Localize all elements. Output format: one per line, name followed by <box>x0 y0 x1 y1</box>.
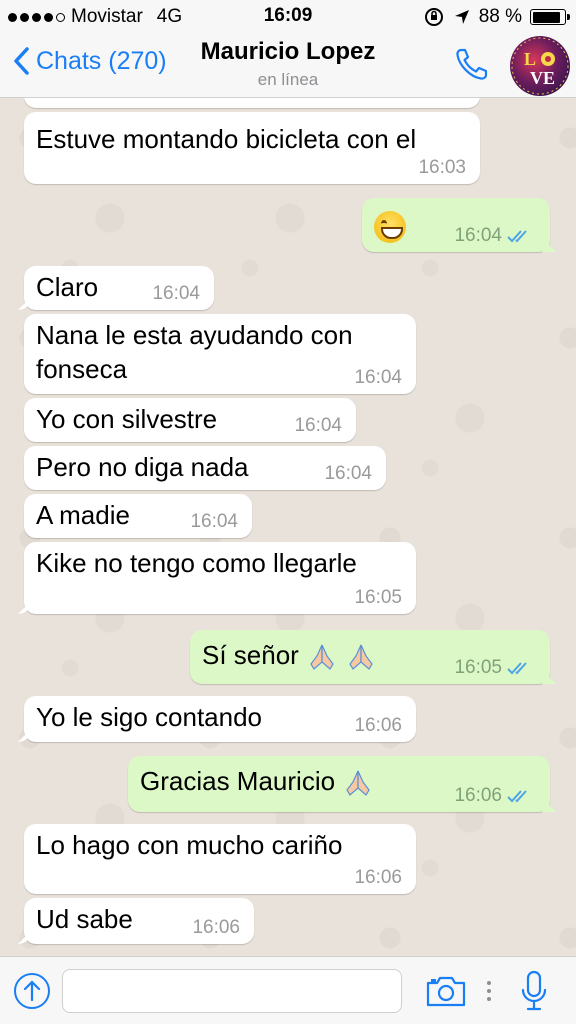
message-time: 16:04 <box>354 367 402 388</box>
contact-avatar[interactable]: L VE <box>510 36 570 96</box>
battery-percent: 88 % <box>478 6 522 27</box>
message-bubble-incoming[interactable]: Nana le esta ayudando con fonseca 16:04 <box>24 314 416 394</box>
love-logo-image: L VE <box>511 37 569 95</box>
message-text: Gracias Mauricio <box>140 766 336 796</box>
folded-hands-emoji-icon <box>310 644 334 671</box>
more-options-icon[interactable] <box>484 975 494 1007</box>
back-button[interactable]: Chats (270) <box>12 46 167 76</box>
status-right: 88 % <box>423 6 570 28</box>
message-text: Kike no tengo como llegarle <box>36 548 357 578</box>
folded-hands-emoji-icon <box>349 644 374 671</box>
message-time: 16:03 <box>418 157 466 178</box>
message-time: 16:06 <box>454 786 536 806</box>
message-bubble-incoming[interactable]: Lo hago con mucho cariño 16:06 <box>24 824 416 894</box>
message-time: 16:04 <box>294 415 342 436</box>
message-time: 16:05 <box>454 658 536 678</box>
status-bar: Movistar 4G 16:09 88 % <box>0 0 576 34</box>
message-text: Claro <box>36 272 99 302</box>
svg-text:VE: VE <box>530 68 555 88</box>
message-text: Pero no diga nada <box>36 452 249 482</box>
message-bubble-outgoing[interactable]: Sí señor 16:05 <box>190 630 550 684</box>
message-text: Sí señor <box>202 640 299 670</box>
battery-icon <box>530 9 570 25</box>
message-input-bar <box>0 956 576 1024</box>
grinning-face-emoji-icon <box>374 211 406 244</box>
message-bubble-incoming[interactable]: Claro 16:04 <box>24 266 214 310</box>
message-text: Ud sabe <box>36 904 133 934</box>
message-time: 16:04 <box>190 511 238 532</box>
folded-hands-emoji-icon <box>346 770 371 797</box>
rotation-lock-icon <box>424 8 443 26</box>
read-ticks-icon <box>507 230 527 243</box>
message-bubble-incoming[interactable]: Kike no tengo como llegarle 16:05 <box>24 542 416 614</box>
message-text: Nana le esta ayudando con <box>36 320 353 350</box>
message-time: 16:06 <box>192 917 240 938</box>
message-bubble-outgoing[interactable]: Gracias Mauricio 16:06 <box>128 756 550 812</box>
camera-icon[interactable] <box>424 971 468 1011</box>
message-bubble-incoming[interactable]: Estuve montando bicicleta con el 16:03 <box>24 112 480 184</box>
message-time: 16:04 <box>454 226 536 246</box>
microphone-icon[interactable] <box>518 969 550 1013</box>
chat-header: Chats (270) Mauricio Lopez en línea L VE <box>0 34 576 98</box>
message-time: 16:04 <box>152 283 200 304</box>
svg-text:L: L <box>524 49 536 69</box>
message-time: 16:04 <box>324 463 372 484</box>
contact-name: Mauricio Lopez <box>200 38 376 65</box>
chevron-left-icon <box>14 47 29 75</box>
message-text: A madie <box>36 500 130 530</box>
message-bubble-incoming[interactable]: Yo le sigo contando 16:06 <box>24 696 416 742</box>
contact-status: en línea <box>257 70 319 89</box>
message-text-line2: fonseca <box>36 354 128 384</box>
message-time: 16:06 <box>354 867 402 888</box>
message-bubble-partial <box>24 98 480 108</box>
location-icon <box>454 10 469 24</box>
message-text: Yo le sigo contando <box>36 702 263 732</box>
phone-icon[interactable] <box>452 44 492 84</box>
message-bubble-incoming[interactable]: A madie 16:04 <box>24 494 252 538</box>
chat-area[interactable]: Estuve montando bicicleta con el 16:03 1… <box>0 98 576 956</box>
message-bubble-incoming[interactable]: Pero no diga nada 16:04 <box>24 446 386 490</box>
upload-arrow-icon[interactable] <box>12 971 52 1011</box>
message-time: 16:05 <box>354 587 402 608</box>
contact-info[interactable]: Mauricio Lopez en línea <box>170 38 406 90</box>
message-bubble-incoming[interactable]: Ud sabe 16:06 <box>24 898 254 944</box>
message-text: Lo hago con mucho cariño <box>36 830 343 860</box>
message-text: Estuve montando bicicleta con el <box>36 124 417 154</box>
message-text: Yo con silvestre <box>36 404 218 434</box>
message-bubble-incoming[interactable]: Yo con silvestre 16:04 <box>24 398 356 442</box>
back-label: Chats (270) <box>36 46 167 75</box>
message-time: 16:06 <box>354 715 402 736</box>
message-bubble-outgoing[interactable]: 16:04 <box>362 198 550 252</box>
read-ticks-icon <box>507 790 527 803</box>
read-ticks-icon <box>507 662 527 675</box>
message-input[interactable] <box>62 969 402 1013</box>
